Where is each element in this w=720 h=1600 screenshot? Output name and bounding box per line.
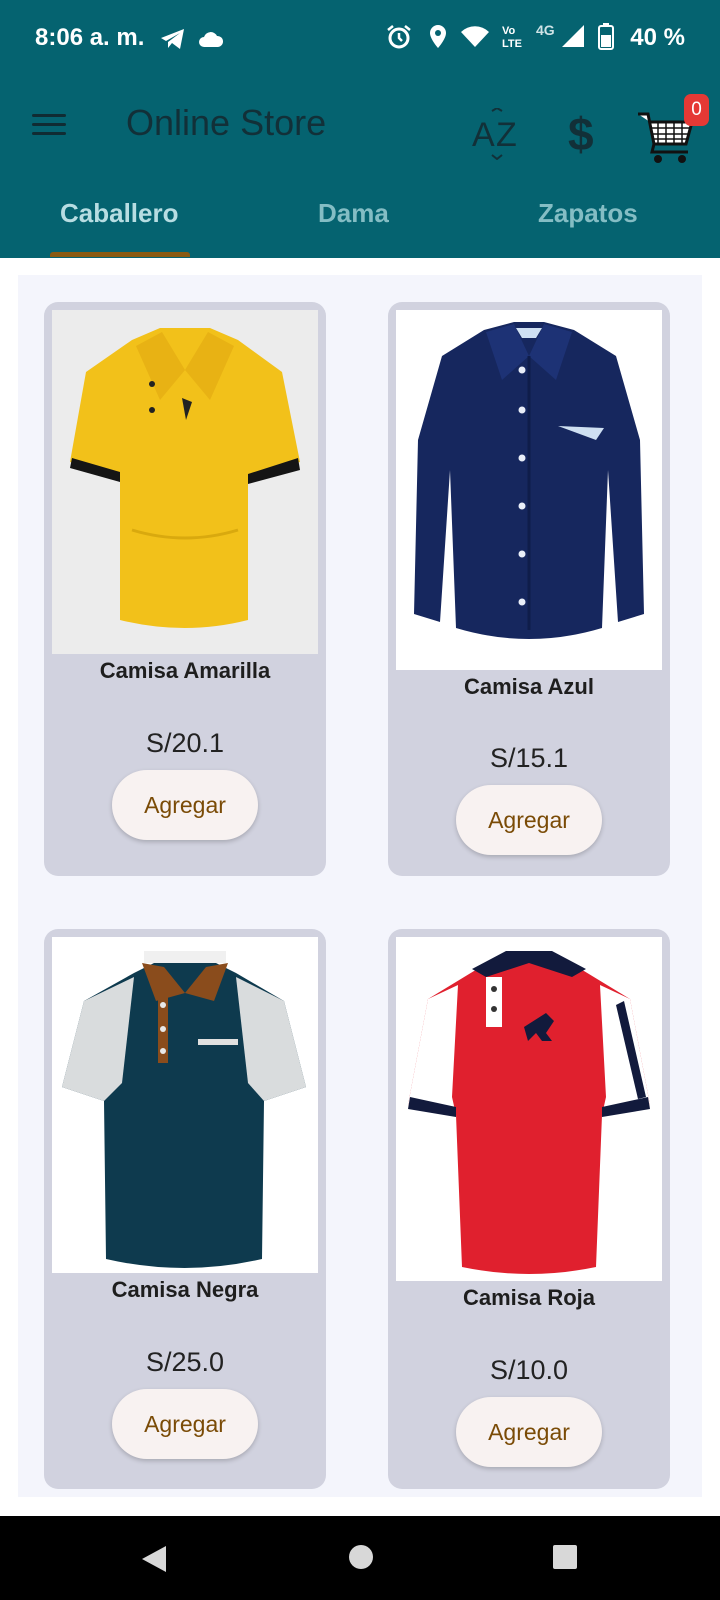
- network-type-label: 4G: [536, 22, 555, 38]
- product-card[interactable]: Camisa Azul S/15.1 Agregar: [388, 302, 670, 876]
- product-price: S/20.1: [145, 728, 225, 758]
- price-sort-icon[interactable]: $: [566, 106, 600, 158]
- svg-text:Z: Z: [496, 116, 517, 154]
- telegram-icon: [161, 29, 184, 49]
- product-image: [52, 937, 318, 1273]
- cloud-icon: [199, 32, 224, 47]
- product-name: Camisa Azul: [463, 674, 594, 699]
- add-to-cart-button[interactable]: Agregar: [456, 785, 602, 855]
- app-bar: 8:06 a. m. Vo LTE 4G 40 % Online Store A …: [0, 0, 720, 258]
- product-card[interactable]: Camisa Roja S/10.0 Agregar: [388, 929, 670, 1489]
- home-icon[interactable]: [348, 1544, 374, 1570]
- signal-icon: [562, 25, 584, 47]
- product-price: S/15.1: [489, 743, 569, 773]
- blue-shirt-image: [414, 322, 644, 639]
- battery-icon: [598, 23, 614, 50]
- status-time: 8:06 a. m.: [35, 24, 145, 51]
- status-bar: 8:06 a. m. Vo LTE 4G 40 %: [0, 0, 720, 78]
- category-tabs: Caballero Dama Zapatos: [0, 190, 720, 258]
- red-polo-shirt-image: [408, 951, 650, 1274]
- toolbar: Online Store A Z $ 0: [0, 80, 720, 190]
- volte-icon: VoLTE: [502, 25, 522, 50]
- product-price: S/10.0: [489, 1355, 569, 1385]
- product-card[interactable]: Camisa Negra S/25.0 Agregar: [44, 929, 326, 1489]
- menu-icon[interactable]: [32, 112, 66, 138]
- page-title: Online Store: [126, 102, 327, 143]
- product-name: Camisa Roja: [462, 1285, 596, 1310]
- alarm-icon: [387, 25, 411, 49]
- product-image: [52, 310, 318, 654]
- dark-polo-shirt-image: [62, 951, 306, 1268]
- product-grid: Camisa Amarilla S/20.1 Agregar Camisa Az…: [18, 275, 702, 1497]
- wifi-icon: [461, 26, 489, 47]
- cart-count-badge: 0: [684, 94, 709, 126]
- svg-text:LTE: LTE: [502, 38, 522, 50]
- yellow-polo-shirt-image: [70, 328, 300, 628]
- tab-indicator: [50, 252, 190, 257]
- add-to-cart-button[interactable]: Agregar: [456, 1397, 602, 1467]
- system-nav-bar: [0, 1516, 720, 1600]
- product-price: S/25.0: [145, 1347, 225, 1377]
- product-name: Camisa Amarilla: [99, 658, 271, 683]
- back-icon[interactable]: [140, 1544, 168, 1574]
- location-icon: [430, 25, 446, 48]
- add-to-cart-button[interactable]: Agregar: [112, 1389, 258, 1459]
- svg-text:Vo: Vo: [502, 25, 516, 37]
- product-image: [396, 937, 662, 1281]
- tab-zapatos[interactable]: Zapatos: [538, 198, 638, 229]
- svg-text:$: $: [568, 108, 594, 158]
- recent-apps-icon[interactable]: [552, 1544, 578, 1570]
- svg-text:A: A: [472, 116, 495, 154]
- add-to-cart-button[interactable]: Agregar: [112, 770, 258, 840]
- battery-percent: 40 %: [630, 24, 685, 51]
- product-name: Camisa Negra: [111, 1277, 259, 1302]
- product-card[interactable]: Camisa Amarilla S/20.1 Agregar: [44, 302, 326, 876]
- tab-dama[interactable]: Dama: [318, 198, 389, 229]
- tab-caballero[interactable]: Caballero: [60, 198, 179, 229]
- product-image: [396, 310, 662, 670]
- sort-az-icon[interactable]: A Z: [472, 108, 524, 160]
